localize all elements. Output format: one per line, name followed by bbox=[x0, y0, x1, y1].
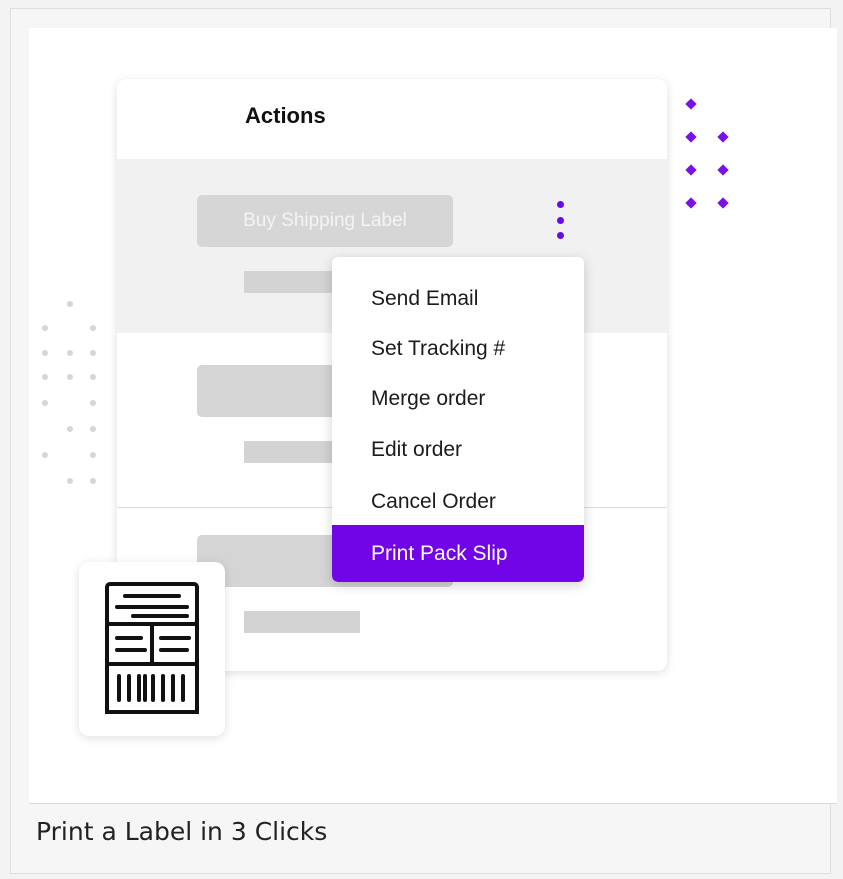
decor-dot bbox=[685, 131, 697, 143]
decor-dot bbox=[67, 426, 73, 432]
decor-dot bbox=[90, 374, 96, 380]
figure-frame: Actions Buy Shipping Label Send Email Se… bbox=[10, 8, 837, 874]
decor-dot bbox=[42, 452, 48, 458]
decor-dot bbox=[685, 98, 697, 110]
decor-dot bbox=[67, 301, 73, 307]
actions-dropdown-menu: Send Email Set Tracking # Merge order Ed… bbox=[332, 257, 584, 582]
menu-item-set-tracking[interactable]: Set Tracking # bbox=[332, 323, 584, 375]
menu-item-edit-order[interactable]: Edit order bbox=[332, 424, 584, 476]
decor-dot bbox=[42, 350, 48, 356]
menu-item-merge-order[interactable]: Merge order bbox=[332, 373, 584, 425]
decor-dot bbox=[90, 452, 96, 458]
decor-dot bbox=[67, 478, 73, 484]
decor-dot bbox=[42, 374, 48, 380]
menu-item-cancel-order[interactable]: Cancel Order bbox=[332, 476, 584, 528]
decor-dot bbox=[67, 374, 73, 380]
buy-shipping-label-button[interactable]: Buy Shipping Label bbox=[197, 195, 453, 247]
decor-dot bbox=[717, 197, 729, 209]
decor-dot bbox=[90, 325, 96, 331]
menu-item-send-email[interactable]: Send Email bbox=[332, 273, 584, 325]
decor-dot bbox=[717, 131, 729, 143]
shipping-label-icon bbox=[105, 582, 199, 714]
shipping-label-tile bbox=[79, 562, 225, 736]
decor-dot bbox=[717, 164, 729, 176]
decor-dot bbox=[42, 325, 48, 331]
decor-dot bbox=[90, 350, 96, 356]
placeholder-line bbox=[244, 611, 360, 633]
decor-dot bbox=[67, 350, 73, 356]
decor-dot bbox=[42, 400, 48, 406]
card-title: Actions bbox=[245, 103, 326, 128]
more-vertical-icon[interactable] bbox=[553, 201, 567, 239]
decor-dot bbox=[90, 400, 96, 406]
menu-item-print-pack-slip[interactable]: Print Pack Slip bbox=[332, 525, 584, 582]
figure-caption: Print a Label in 3 Clicks bbox=[36, 817, 328, 846]
decor-dot bbox=[90, 478, 96, 484]
decor-dot bbox=[685, 164, 697, 176]
decor-dot bbox=[90, 426, 96, 432]
decor-dot bbox=[685, 197, 697, 209]
